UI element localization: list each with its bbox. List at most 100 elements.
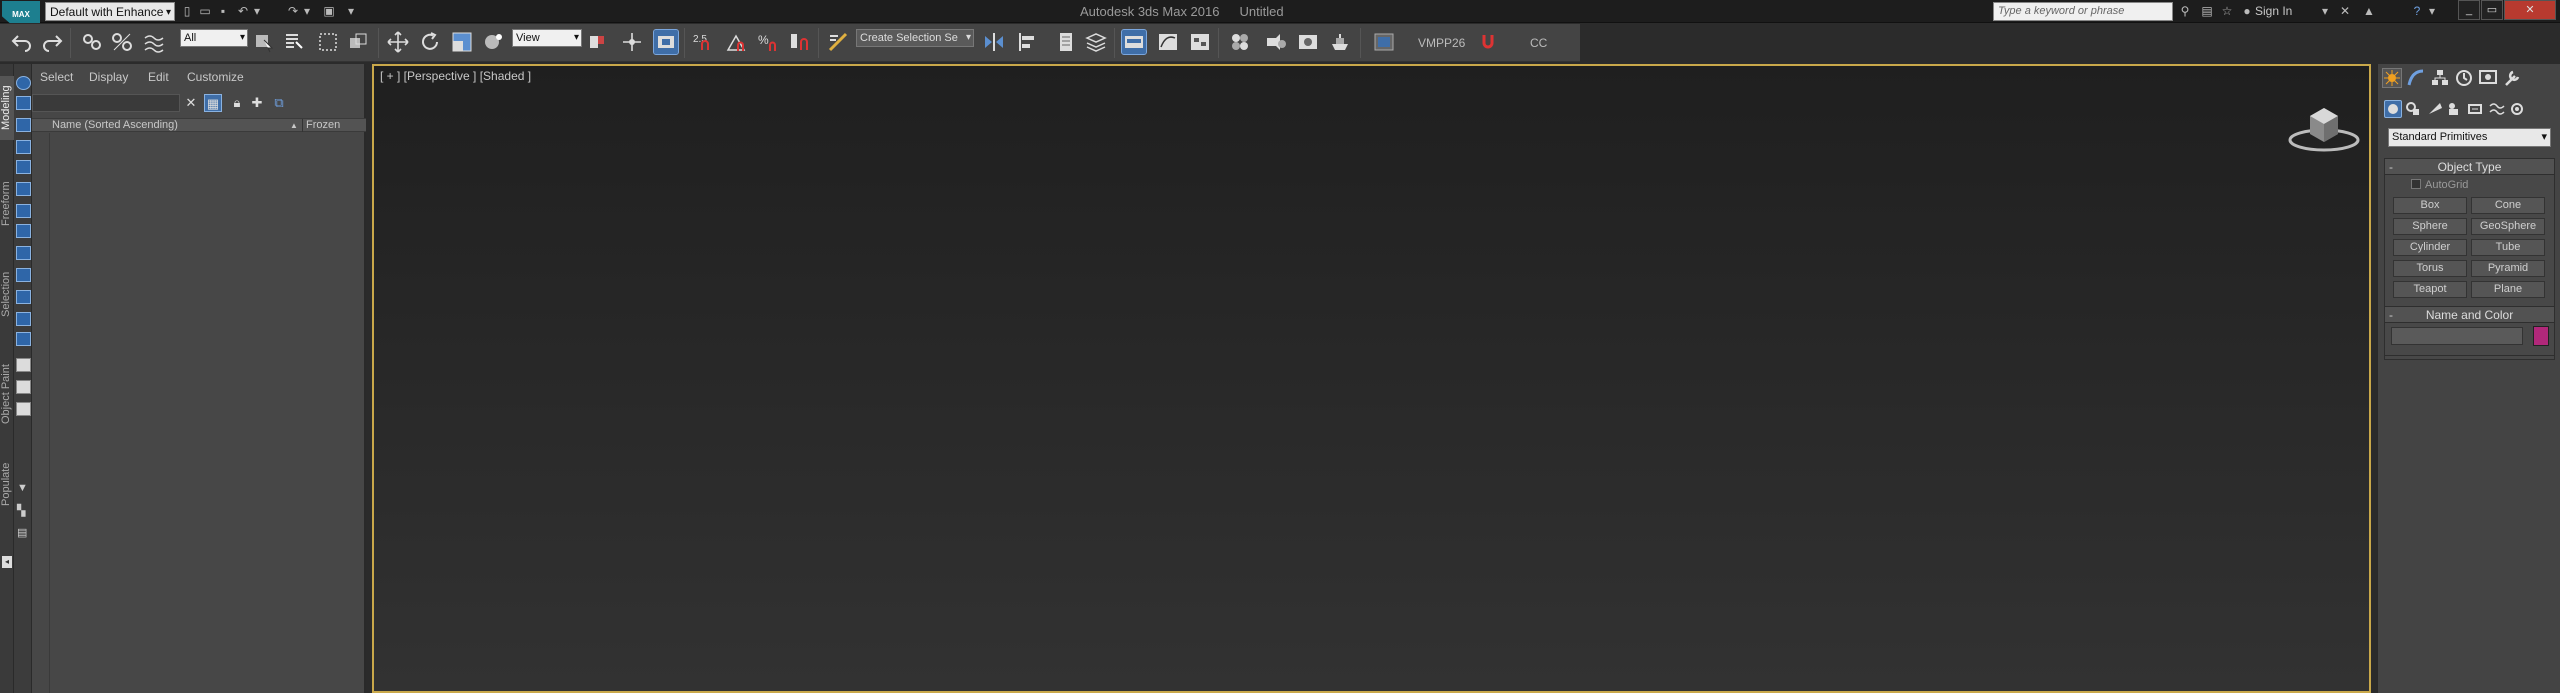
tab-populate[interactable]: Populate: [0, 454, 14, 514]
scene-search-input[interactable]: [32, 94, 180, 112]
app-menu-button[interactable]: MAX: [2, 1, 40, 23]
column-frozen[interactable]: Frozen: [302, 119, 366, 132]
mirror-icon[interactable]: [982, 30, 1006, 54]
modify-tab-icon[interactable]: [2406, 68, 2426, 88]
geometry-all-icon[interactable]: [16, 290, 31, 304]
undo-icon[interactable]: [10, 30, 34, 54]
geometry-category-icon[interactable]: [2384, 100, 2402, 118]
cylinder-button[interactable]: Cylinder: [2393, 239, 2467, 256]
cameras-category-icon[interactable]: [2446, 100, 2464, 118]
select-and-place-icon[interactable]: [482, 30, 506, 54]
menu-edit[interactable]: Edit: [148, 70, 169, 84]
help-search-input[interactable]: Type a keyword or phrase: [1993, 2, 2173, 21]
edit-poly-tool-icon[interactable]: [16, 96, 31, 110]
select-children-icon[interactable]: ✚: [248, 94, 266, 112]
restore-button[interactable]: ▭: [2481, 0, 2503, 20]
user-icon[interactable]: ●: [2240, 4, 2254, 18]
create-tab-icon[interactable]: [2382, 68, 2402, 88]
autogrid-checkbox[interactable]: [2411, 179, 2421, 189]
object-name-field[interactable]: [2391, 327, 2523, 345]
toggle-ribbon-icon[interactable]: [1121, 29, 1147, 55]
box-button[interactable]: Box: [2393, 197, 2467, 214]
edit-tool-icon[interactable]: [16, 312, 31, 326]
menu-select[interactable]: Select: [40, 70, 73, 84]
help-icon[interactable]: ?: [2410, 4, 2424, 18]
workspace-dropdown[interactable]: Default with Enhance: [45, 2, 175, 22]
subobject-element-icon[interactable]: [16, 246, 31, 260]
select-object-icon[interactable]: [252, 30, 276, 54]
material-editor-icon[interactable]: [1228, 30, 1252, 54]
select-manipulate-icon[interactable]: [620, 30, 644, 54]
cc-label[interactable]: CC: [1530, 36, 1547, 50]
close-button[interactable]: ✕: [2504, 0, 2556, 20]
selection-filter-dropdown[interactable]: All: [180, 29, 248, 47]
new-file-icon[interactable]: ▯: [180, 4, 194, 18]
layer-filter-icon[interactable]: ▤: [17, 526, 29, 539]
tab-modeling[interactable]: Modeling: [0, 76, 14, 140]
modify-mode-icon[interactable]: [16, 140, 31, 154]
select-and-scale-icon[interactable]: [450, 30, 474, 54]
subobject-vertex-icon[interactable]: [16, 160, 31, 174]
sign-in-link[interactable]: Sign In: [2255, 4, 2292, 18]
redo-dropdown-icon[interactable]: ▾: [300, 4, 314, 18]
ribbon-collapse-icon[interactable]: ◂: [2, 556, 12, 568]
select-dependents-icon[interactable]: ⧉: [270, 94, 288, 112]
sphere-tool-icon[interactable]: [16, 76, 31, 90]
subobject-edge-icon[interactable]: [16, 182, 31, 196]
tab-selection[interactable]: Selection: [0, 264, 14, 324]
undo-dropdown-icon[interactable]: ▾: [250, 4, 264, 18]
favorites-star-icon[interactable]: ☆: [2220, 4, 2234, 18]
unlink-selection-icon[interactable]: [110, 30, 134, 54]
magnet-icon[interactable]: [1476, 30, 1500, 54]
help-dropdown-icon[interactable]: ▾: [2425, 4, 2439, 18]
save-file-icon[interactable]: ▪: [216, 4, 230, 18]
select-by-name-icon[interactable]: [282, 30, 306, 54]
torus-button[interactable]: Torus: [2393, 260, 2467, 277]
subobject-border-icon[interactable]: [16, 204, 31, 218]
lock-icon[interactable]: 🔒︎: [228, 94, 246, 112]
bind-to-space-warp-icon[interactable]: [142, 30, 166, 54]
plane-button[interactable]: Plane: [2471, 281, 2545, 298]
menu-customize[interactable]: Customize: [187, 70, 244, 84]
curve-editor-icon[interactable]: [1156, 30, 1180, 54]
utilities-tab-icon[interactable]: [2502, 68, 2522, 88]
pyramid-button[interactable]: Pyramid: [2471, 260, 2545, 277]
select-and-rotate-icon[interactable]: [418, 30, 442, 54]
page-tool-icon[interactable]: [16, 380, 31, 394]
hierarchy-tab-icon[interactable]: [2430, 68, 2450, 88]
teapot-button[interactable]: Teapot: [2393, 281, 2467, 298]
render-production-icon[interactable]: [1328, 30, 1352, 54]
tab-object-paint[interactable]: Object Paint: [0, 354, 14, 434]
pivot-point-center-icon[interactable]: [586, 30, 610, 54]
polygon-modeling-icon[interactable]: [16, 118, 31, 132]
hierarchy-filter-icon[interactable]: ▚: [17, 504, 29, 517]
quick-access-dropdown-icon[interactable]: ▾: [344, 4, 358, 18]
autogrid-option[interactable]: AutoGrid: [2411, 179, 2468, 191]
vmpp-label[interactable]: VMPP26: [1418, 36, 1465, 50]
helpers-category-icon[interactable]: [2466, 100, 2484, 118]
angle-snap-icon[interactable]: [724, 30, 748, 54]
tube-button[interactable]: Tube: [2471, 239, 2545, 256]
project-folder-icon[interactable]: ▣: [322, 4, 336, 18]
named-selection-sets-dropdown[interactable]: Create Selection Se: [856, 29, 974, 47]
object-color-swatch[interactable]: [2533, 326, 2549, 346]
toggle-scene-explorer-icon[interactable]: [1054, 30, 1078, 54]
undo-icon[interactable]: ↶: [236, 4, 250, 18]
percent-snap-icon[interactable]: %: [756, 30, 780, 54]
select-toggle-icon[interactable]: ▦: [204, 94, 222, 112]
keyboard-shortcut-override-icon[interactable]: [653, 29, 679, 55]
systems-category-icon[interactable]: [2508, 100, 2526, 118]
binoculars-icon[interactable]: ⚲: [2178, 4, 2192, 18]
list-tool-icon[interactable]: [16, 402, 31, 416]
minimize-button[interactable]: _: [2458, 0, 2480, 20]
scene-list[interactable]: [32, 133, 50, 693]
snaps-toggle-icon[interactable]: 2.5: [692, 30, 716, 54]
clear-search-icon[interactable]: ✕: [182, 94, 200, 112]
sphere-button[interactable]: Sphere: [2393, 218, 2467, 235]
soft-selection-icon[interactable]: [16, 268, 31, 282]
perspective-viewport[interactable]: [ + ] [Perspective ] [Shaded ]: [372, 64, 2371, 693]
connect-icon[interactable]: ▲: [2362, 4, 2376, 18]
spinner-snap-icon[interactable]: [788, 30, 812, 54]
name-and-color-rollout-header[interactable]: - Name and Color: [2385, 307, 2554, 323]
redo-icon[interactable]: ↷: [286, 4, 300, 18]
